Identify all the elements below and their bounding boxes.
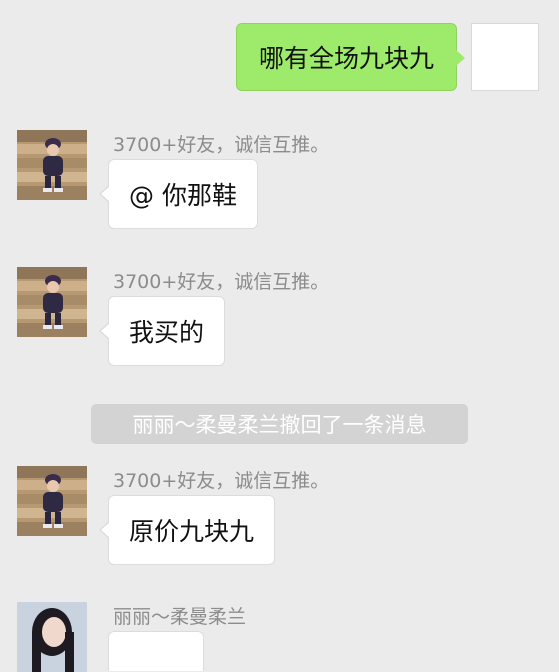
sender-name: 3700+好友，诚信互推。 xyxy=(113,134,330,156)
outgoing-message: 哪有全场九块九 xyxy=(235,23,539,91)
incoming-message-bubble[interactable]: 我买的 xyxy=(98,296,226,366)
chat-thread[interactable]: 哪有全场九块九 3700+好友，诚信互推。 @ 你那鞋 3700+好友，诚信互推… xyxy=(0,0,559,672)
sender-name: 丽丽～柔曼柔兰 xyxy=(113,606,247,628)
child-on-stairs-avatar-icon xyxy=(17,267,87,337)
message-text: @ 你那鞋 xyxy=(129,181,237,210)
sender-name: 3700+好友，诚信互推。 xyxy=(113,271,330,293)
incoming-message-bubble[interactable]: 原价九块九 xyxy=(98,495,276,565)
sender-avatar[interactable] xyxy=(17,602,87,672)
woman-portrait-avatar-icon xyxy=(17,602,87,672)
message-text: 我买的 xyxy=(129,318,205,347)
sender-avatar[interactable] xyxy=(17,267,87,337)
outgoing-message-text: 哪有全场九块九 xyxy=(258,44,434,73)
outgoing-message-bubble[interactable]: 哪有全场九块九 xyxy=(235,23,466,91)
sender-avatar[interactable] xyxy=(17,466,87,536)
self-avatar[interactable] xyxy=(471,23,539,91)
child-on-stairs-avatar-icon xyxy=(17,130,87,200)
sender-name: 3700+好友，诚信互推。 xyxy=(113,470,330,492)
incoming-message-bubble[interactable] xyxy=(108,631,204,671)
recall-notice: 丽丽～柔曼柔兰撤回了一条消息 xyxy=(91,404,468,444)
child-on-stairs-avatar-icon xyxy=(17,466,87,536)
sender-avatar[interactable] xyxy=(17,130,87,200)
incoming-message-bubble[interactable]: @ 你那鞋 xyxy=(99,159,258,229)
message-text: 原价九块九 xyxy=(129,517,255,546)
